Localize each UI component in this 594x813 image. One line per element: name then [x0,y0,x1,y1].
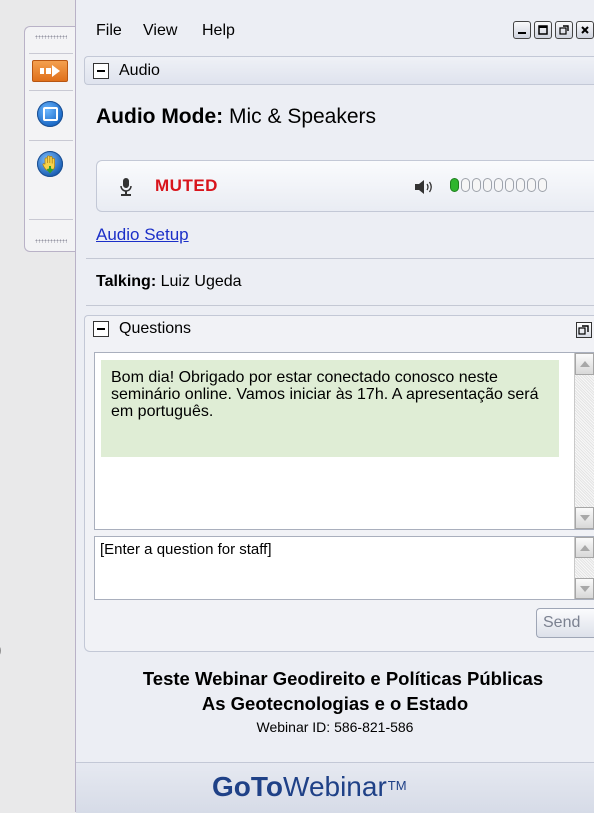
control-panel: File View Help Audio Audio Mode: Mic & S… [75,0,594,813]
audio-setup-link[interactable]: Audio Setup [96,225,189,245]
triangle-up-icon [579,544,590,551]
toolbar-divider [29,53,73,54]
questions-log[interactable]: Bom dia! Obrigado por estar conectado co… [94,352,594,530]
speaker-level-meter [450,178,547,192]
level-dot [472,178,481,192]
audio-status-box: MUTED [96,160,594,212]
level-dot [450,178,459,192]
level-dot [461,178,470,192]
question-input-box [94,536,594,600]
question-input-scrollbar[interactable] [574,537,594,599]
collapse-questions-button[interactable] [93,321,109,337]
maximize-button[interactable] [534,21,552,39]
brand-tm: TM [387,778,407,793]
popout-icon [559,25,569,35]
question-input[interactable] [95,537,565,599]
scroll-track[interactable] [575,558,594,578]
level-dot [494,178,503,192]
menu-bar: File View Help [76,0,594,52]
scroll-track[interactable] [575,375,594,507]
partial-glyph: ) [0,640,2,660]
talking-label: Talking: [96,273,157,290]
questions-section-title: Questions [119,320,192,337]
raise-hand-button[interactable] [32,146,68,182]
audio-section-header[interactable]: Audio [84,56,594,85]
send-button[interactable]: Send [536,608,594,638]
raise-hand-icon [37,151,63,177]
toolbar-divider [29,90,73,91]
triangle-up-icon [579,361,590,367]
screen-share-icon [37,101,63,127]
webinar-title: Teste Webinar Geodireito e Políticas Púb… [142,668,544,689]
scroll-up-button[interactable] [575,537,594,558]
audio-mode-label: Audio Mode: [96,105,224,128]
minimize-button[interactable] [513,21,531,39]
scroll-up-button[interactable] [575,353,594,375]
close-button[interactable] [576,21,594,39]
webinar-id: Webinar ID: 586-821-586 [256,719,414,735]
control-toolbar [24,26,75,252]
gotowebinar-logo: GoToWebinarTM [212,771,407,803]
minus-icon [97,328,105,330]
toolbar-grip-bottom[interactable] [35,239,67,243]
footer-bar: GoToWebinarTM [76,762,594,813]
toggle-panel-button[interactable] [32,59,68,83]
talking-indicator: Talking: Luiz Ugeda [96,273,242,291]
level-dot [527,178,536,192]
level-dot [516,178,525,192]
menu-help[interactable]: Help [202,22,235,40]
menu-file[interactable]: File [96,22,122,40]
divider [86,305,594,306]
webinar-subtitle: As Geotecnologias e o Estado [201,693,469,714]
divider [86,258,594,259]
brand-goto: GoTo [212,771,284,802]
triangle-down-icon [579,515,590,521]
audio-section-title: Audio [119,62,160,79]
webinar-info: Teste Webinar Geodireito e Políticas Púb… [76,666,594,762]
popout-button[interactable] [555,21,573,39]
microphone-icon[interactable] [119,177,133,197]
level-dot [538,178,547,192]
level-dot [505,178,514,192]
audio-mode-value: Mic & Speakers [228,105,377,128]
questions-log-scrollbar[interactable] [574,353,594,529]
show-my-screen-button[interactable] [32,96,68,132]
toolbar-grip-top[interactable] [35,35,67,39]
talking-value: Luiz Ugeda [160,273,242,290]
toolbar-divider [29,219,73,220]
triangle-down-icon [579,585,590,592]
menu-view[interactable]: View [143,22,177,40]
toolbar-divider [29,140,73,141]
minus-icon [97,70,105,72]
brand-webinar: Webinar [283,771,387,802]
window-controls [513,21,594,39]
minimize-icon [518,32,526,34]
maximize-icon [538,25,548,35]
close-icon [581,26,589,34]
speaker-icon [415,180,432,194]
arrow-right-icon [32,60,68,82]
mic-status: MUTED [155,176,218,195]
popout-icon [578,325,589,335]
level-dot [483,178,492,192]
collapse-audio-button[interactable] [93,63,109,79]
staff-message: Bom dia! Obrigado por estar conectado co… [101,360,559,457]
scroll-down-button[interactable] [575,578,594,599]
questions-panel: Questions Bom dia! Obrigado por estar co… [84,315,594,652]
scroll-down-button[interactable] [575,507,594,529]
questions-popout-button[interactable] [576,322,592,338]
audio-mode[interactable]: Audio Mode: Mic & Speakers [96,105,376,129]
